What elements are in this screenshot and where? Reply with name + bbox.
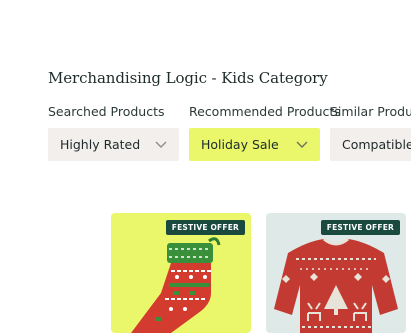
searched-products-value: Highly Rated	[60, 137, 141, 152]
recommended-products-select[interactable]: Holiday Sale	[189, 128, 320, 161]
festive-offer-badge: FESTIVE OFFER	[165, 220, 245, 235]
chevron-down-icon	[296, 141, 308, 148]
page-title: Merchandising Logic - Kids Category	[48, 69, 328, 87]
similar-products-value: Compatible Items	[342, 137, 411, 152]
searched-products-label: Searched Products	[48, 104, 165, 119]
product-card[interactable]: FESTIVE OFFER	[266, 213, 406, 333]
similar-products-select[interactable]: Compatible Items	[330, 128, 411, 161]
recommended-products-value: Holiday Sale	[201, 137, 279, 152]
product-card[interactable]: FESTIVE OFFER	[111, 213, 251, 333]
festive-offer-badge: FESTIVE OFFER	[320, 220, 400, 235]
chevron-down-icon	[155, 141, 167, 148]
similar-products-label: Similar Products	[330, 104, 411, 119]
searched-products-select[interactable]: Highly Rated	[48, 128, 179, 161]
recommended-products-label: Recommended Products	[189, 104, 341, 119]
